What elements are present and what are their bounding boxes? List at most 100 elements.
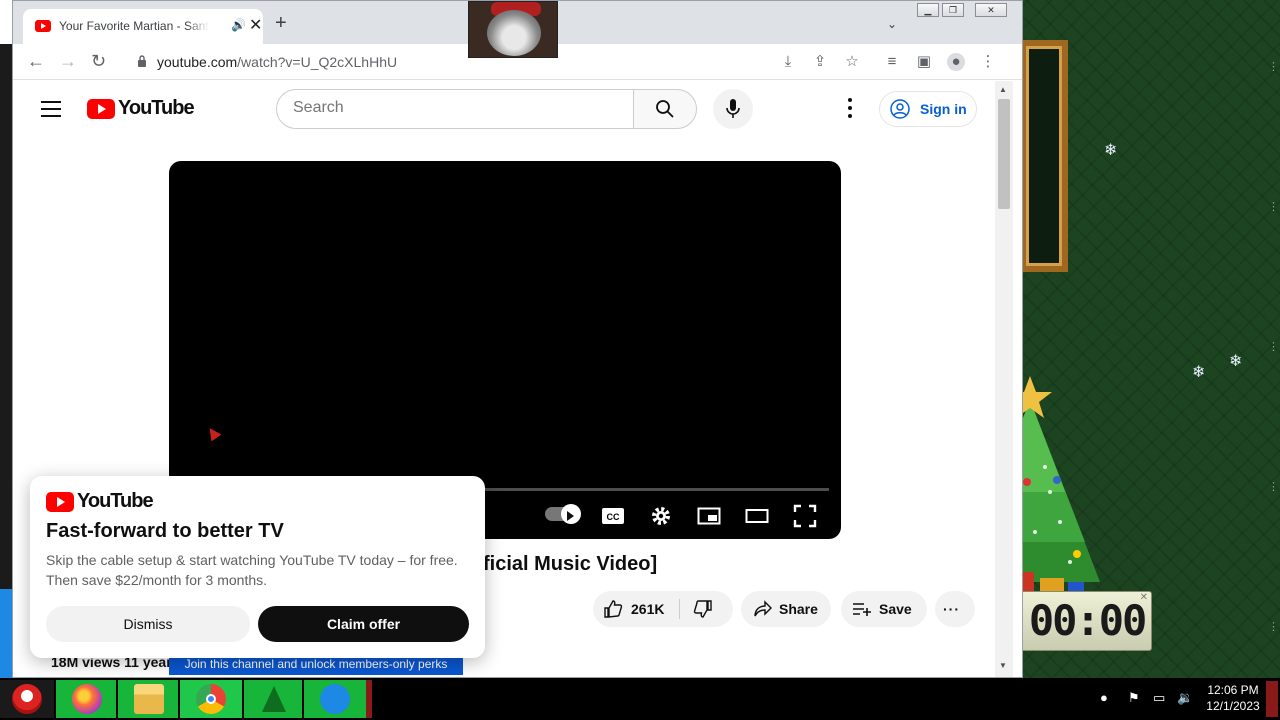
address-bar[interactable]: youtube.com/watch?v=U_Q2cXLhHhU [125, 48, 685, 76]
santa-icon [12, 684, 42, 714]
install-icon[interactable]: ⤓ [779, 53, 797, 71]
profile-avatar-icon[interactable]: ● [947, 53, 965, 71]
share-icon[interactable]: ⇪ [811, 53, 829, 71]
notification-dot-icon[interactable]: ● [1100, 690, 1108, 705]
save-button[interactable]: Save [841, 591, 927, 627]
right-edge-strip: ⋮ ⋮ ⋮ ⋮ ⋮ [1268, 61, 1279, 633]
picture-frame [1020, 40, 1068, 272]
promo-title: Fast-forward to better TV [46, 520, 284, 542]
snowflake-icon: ❄ [1229, 353, 1243, 370]
promo-body: Skip the cable setup & start watching Yo… [46, 552, 458, 588]
floating-thumbnail[interactable] [468, 1, 558, 58]
hamburger-menu-icon[interactable] [41, 101, 61, 117]
share-arrow-icon [754, 600, 772, 617]
more-vert-icon[interactable]: ⋮ [979, 53, 997, 71]
volume-icon[interactable]: 🔉 [1177, 690, 1193, 706]
taskbar: ● ⚑ ▭ 🔉 12:06 PM 12/1/2023 [0, 678, 1280, 720]
closed-captions-icon[interactable]: CC [601, 504, 625, 528]
chat-bubble-icon [320, 684, 350, 714]
youtube-play-icon [46, 492, 74, 512]
taskbar-firefox[interactable] [56, 680, 116, 718]
tab-youtube[interactable]: Your Favorite Martian - Santa 🔊 ✕ [23, 9, 263, 44]
more-horiz-icon: ··· [943, 601, 960, 617]
snowflake-icon: ❄ [1192, 364, 1206, 381]
play-icon [567, 511, 574, 521]
share-button[interactable]: Share [741, 591, 831, 627]
speaker-icon[interactable]: 🔊 [231, 18, 246, 32]
network-icon[interactable]: ▭ [1153, 690, 1165, 706]
tab-title: Your Favorite Martian - Santa [59, 19, 209, 33]
chevron-down-icon[interactable]: ⌄ [887, 17, 897, 31]
mouse-cursor-icon [204, 424, 222, 442]
close-window-button[interactable]: ✕ [975, 3, 1007, 17]
maximize-button[interactable]: ❐ [942, 3, 964, 17]
scroll-down-icon[interactable]: ▼ [999, 661, 1007, 670]
folder-icon [134, 684, 164, 714]
star-icon[interactable]: ☆ [843, 53, 861, 71]
youtube-logo-text: YouTube [118, 97, 195, 119]
video-title: ficial Music Video] [483, 553, 658, 575]
back-arrow-icon[interactable]: ← [27, 51, 45, 71]
taskbar-chrome[interactable] [180, 680, 242, 718]
taskbar-file-explorer[interactable] [118, 680, 178, 718]
new-tab-button[interactable]: + [275, 13, 287, 33]
close-tab-icon[interactable]: ✕ [249, 15, 262, 35]
page-scrollbar[interactable]: ▲ ▼ [995, 81, 1013, 677]
save-label: Save [879, 601, 912, 617]
show-desktop-button[interactable] [1266, 681, 1278, 717]
start-button[interactable] [0, 680, 54, 718]
side-panel-icon[interactable]: ▣ [915, 53, 933, 71]
thumbs-up-icon[interactable] [603, 599, 623, 619]
url-host: youtube.com [157, 54, 238, 70]
svg-text:CC: CC [607, 512, 620, 522]
snowflake-icon: ❄ [1104, 142, 1118, 159]
action-center-flag-icon[interactable]: ⚑ [1128, 690, 1140, 706]
search-icon [656, 100, 674, 118]
media-control-icon[interactable]: ≡ [883, 53, 901, 71]
thumbs-down-icon[interactable] [693, 599, 713, 619]
taskbar-messenger[interactable] [304, 680, 366, 718]
promo-logo-text: YouTube [77, 490, 154, 512]
more-actions-button[interactable]: ··· [935, 591, 975, 627]
claim-offer-button[interactable]: Claim offer [258, 606, 469, 642]
forward-arrow-icon[interactable]: → [59, 51, 77, 71]
pill-divider [679, 599, 680, 619]
reload-icon[interactable]: ↻ [91, 51, 106, 71]
dismiss-button[interactable]: Dismiss [46, 606, 250, 642]
microphone-icon [726, 99, 740, 118]
system-clock[interactable]: 12:06 PM 12/1/2023 [1204, 682, 1262, 714]
like-count[interactable]: 261K [631, 601, 664, 617]
search-box [276, 89, 634, 129]
sign-in-button[interactable]: Sign in [879, 91, 977, 127]
firefox-icon [72, 684, 102, 714]
taskbar-tree-app[interactable] [244, 680, 302, 718]
clock-date: 12/1/2023 [1206, 699, 1260, 713]
search-button[interactable] [633, 89, 697, 129]
voice-search-button[interactable] [713, 89, 753, 129]
youtube-play-icon [87, 99, 115, 119]
youtube-tv-promo-dialog: YouTube Fast-forward to better TV Skip t… [30, 476, 485, 658]
taskbar-separator [366, 680, 372, 718]
playlist-add-icon [853, 603, 871, 616]
minimize-button[interactable]: ▁ [917, 3, 939, 17]
youtube-favicon-icon [35, 20, 51, 32]
lock-icon [138, 55, 146, 67]
url-text: youtube.com/watch?v=U_Q2cXLhHhU [157, 54, 397, 70]
settings-gear-icon[interactable] [649, 504, 673, 528]
theater-mode-icon[interactable] [745, 504, 769, 528]
sign-in-label: Sign in [920, 101, 967, 117]
close-icon[interactable]: ✕ [1140, 592, 1148, 603]
left-edge-strip [0, 0, 12, 678]
miniplayer-icon[interactable] [697, 504, 721, 528]
clock-time: 12:06 PM [1207, 683, 1259, 697]
scroll-up-icon[interactable]: ▲ [999, 85, 1007, 94]
scroll-thumb[interactable] [998, 99, 1010, 209]
share-label: Share [779, 601, 818, 617]
like-dislike-group: 261K [593, 591, 733, 627]
search-input[interactable] [293, 99, 613, 117]
tree-icon [262, 686, 286, 712]
account-icon [890, 99, 910, 119]
fullscreen-icon[interactable] [793, 504, 817, 528]
url-path: /watch?v=U_Q2cXLhHhU [237, 54, 398, 70]
settings-more-icon[interactable] [847, 98, 853, 120]
